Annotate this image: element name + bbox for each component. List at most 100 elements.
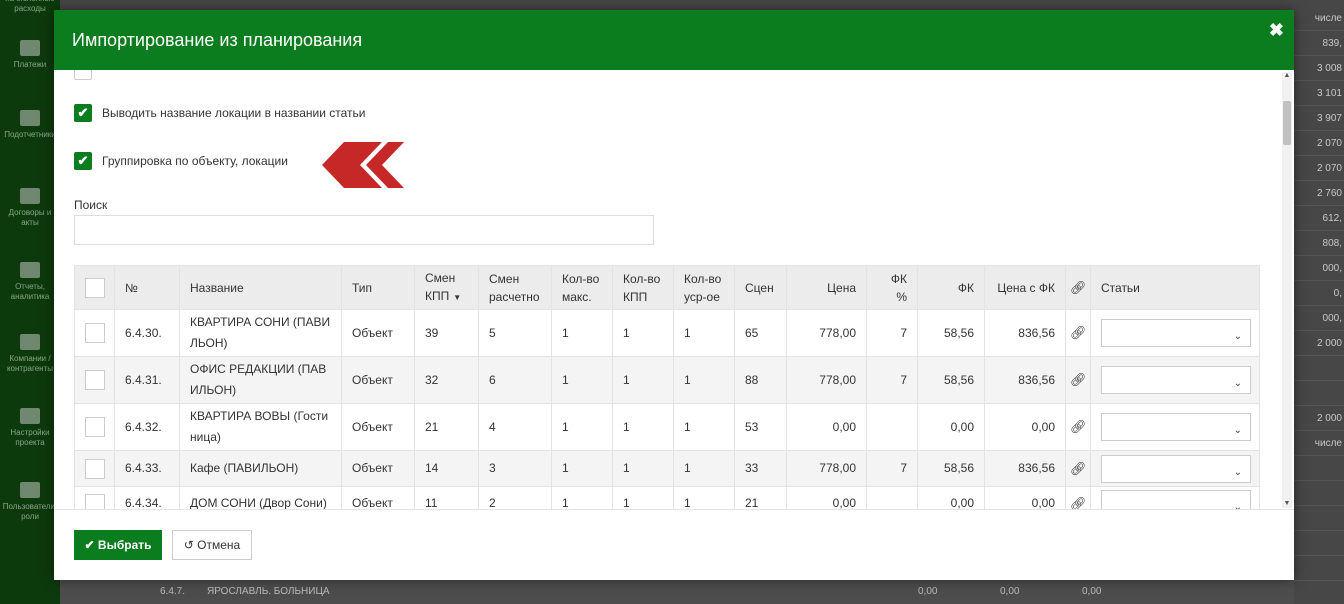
bg-right-cell: 2 070 [1294, 156, 1344, 181]
select-all-checkbox[interactable] [85, 277, 105, 298]
row-fk-percent: 7 [866, 450, 918, 487]
search-input[interactable] [74, 215, 654, 245]
scrollbar-thumb[interactable] [1283, 101, 1291, 145]
bg-right-cell: 3 008 [1294, 56, 1344, 81]
row-qty-max: 1 [551, 403, 613, 451]
row-fk: 58,56 [917, 309, 985, 357]
row-link-cell: 🔗︎ [1065, 309, 1091, 357]
bg-right-cell: 2 760 [1294, 181, 1344, 206]
chevron-down-icon: ⌄ [1233, 501, 1242, 510]
table-row[interactable]: 6.4.32. КВАРТИРА ВОВЫ (Гости ница) Объект 2… [74, 403, 1260, 451]
column-header-price-with-fk[interactable]: Цена с ФК [984, 265, 1066, 310]
bg-right-cell: числе [1294, 6, 1344, 31]
articles-select[interactable]: ⌄ [1101, 489, 1251, 510]
column-header-qty-max[interactable]: Кол-во макс. [551, 265, 613, 310]
close-icon[interactable]: ✖ [1269, 20, 1284, 41]
row-name[interactable]: КВАРТИРА ВОВЫ (Гости ница) [179, 403, 342, 451]
select-all-header [74, 265, 115, 310]
row-checkbox[interactable] [85, 458, 105, 479]
table-row[interactable]: 6.4.30. КВАРТИРА СОНИ (ПАВИ ЛЬОН) Объект 39… [74, 309, 1260, 357]
background-right-column: числе 839, 3 008 3 101 3 907 2 070 2 070 2 760 6… [1294, 0, 1344, 604]
row-shifts-kpp: 39 [414, 309, 479, 357]
row-type: Объект [341, 450, 415, 487]
column-header-price[interactable]: Цена [786, 265, 867, 310]
articles-select[interactable]: ⌄ [1101, 413, 1251, 441]
import-modal: Импортирование из планирования ✖ ✔ Вывод… [54, 10, 1294, 580]
row-qty-max: 1 [551, 356, 613, 404]
check-icon: ✔ [84, 538, 95, 552]
row-type: Объект [341, 356, 415, 404]
link-icon[interactable]: 🔗︎ [1070, 496, 1087, 510]
row-name[interactable]: КВАРТИРА СОНИ (ПАВИ ЛЬОН) [179, 309, 342, 357]
row-shifts-kpp: 11 [414, 486, 479, 509]
row-fk-percent [866, 486, 918, 509]
row-link-cell: 🔗︎ [1065, 450, 1091, 487]
row-qty-max: 1 [551, 450, 613, 487]
column-header-qty-kpp[interactable]: Кол-во КПП [612, 265, 674, 310]
row-articles-cell: ⌄ [1090, 403, 1260, 451]
table-row[interactable]: 6.4.34. ДОМ СОНИ (Двор Сони) Объект 11 2 1 1 1 2… [74, 486, 1260, 510]
row-price-with-fk: 0,00 [984, 403, 1066, 451]
table-row[interactable]: 6.4.33. Кафе (ПАВИЛЬОН) Объект 14 3 1 1 1 33 778,… [74, 450, 1260, 487]
column-header-fk[interactable]: ФК [917, 265, 985, 310]
users-icon [20, 482, 40, 498]
bg-right-cell: 808, [1294, 231, 1344, 256]
link-icon[interactable]: 🔗︎ [1070, 372, 1087, 387]
column-header-type[interactable]: Тип [341, 265, 415, 310]
row-type: Объект [341, 486, 415, 509]
column-header-articles[interactable]: Статьи [1090, 265, 1260, 310]
link-icon[interactable]: 🔗︎ [1070, 419, 1087, 434]
column-header-number[interactable]: № [114, 265, 180, 310]
row-shifts-kpp: 32 [414, 356, 479, 404]
column-header-name[interactable]: Название [179, 265, 342, 310]
row-shifts-calc: 5 [478, 309, 552, 357]
link-icon[interactable]: 🔗︎ [1070, 461, 1087, 476]
select-button[interactable]: ✔ Выбрать [74, 530, 162, 560]
row-name[interactable]: ДОМ СОНИ (Двор Сони) [179, 486, 342, 509]
column-header-shifts-kpp[interactable]: Смен КПП ▼ [414, 265, 479, 310]
bg-right-cell: 000, [1294, 256, 1344, 281]
row-checkbox[interactable] [85, 417, 105, 438]
row-qty-kpp: 1 [612, 450, 674, 487]
bg-right-cell: 612, [1294, 206, 1344, 231]
bg-right-cell: 000, [1294, 306, 1344, 331]
link-icon[interactable]: 🔗︎ [1070, 325, 1087, 340]
row-number: 6.4.31. [114, 356, 180, 404]
checkbox-group-by-object[interactable]: ✔ [74, 152, 92, 170]
row-select-cell [74, 403, 115, 451]
bg-right-cell: числе [1294, 431, 1344, 456]
row-checkbox[interactable] [85, 323, 105, 344]
row-qty-avg: 1 [673, 403, 735, 451]
articles-select[interactable]: ⌄ [1101, 366, 1251, 394]
row-fk: 0,00 [917, 403, 985, 451]
table-row[interactable]: 6.4.31. ОФИС РЕДАКЦИИ (ПАВ ИЛЬОН) Объект 32… [74, 356, 1260, 404]
row-price-with-fk: 836,56 [984, 450, 1066, 487]
articles-select[interactable]: ⌄ [1101, 454, 1251, 483]
column-header-shifts-calc[interactable]: Смен расчетно [478, 265, 552, 310]
row-qty-kpp: 1 [612, 309, 674, 357]
row-checkbox[interactable] [85, 370, 105, 391]
bg-right-cell [1294, 581, 1344, 604]
row-checkbox[interactable] [85, 493, 105, 509]
row-fk: 0,00 [917, 486, 985, 509]
row-select-cell [74, 309, 115, 357]
scroll-up-icon[interactable]: ▲ [1283, 72, 1291, 79]
column-header-fk-percent[interactable]: ФК % [866, 265, 918, 310]
bg-nav-item: Компании / контрагенты [0, 334, 60, 374]
row-name[interactable]: Кафе (ПАВИЛЬОН) [179, 450, 342, 487]
column-header-qty-avg[interactable]: Кол-во уср-ое [673, 265, 735, 310]
cancel-button[interactable]: ↺ Отмена [172, 530, 252, 560]
checkbox-location-in-title[interactable]: ✔ [74, 104, 92, 122]
scroll-down-icon[interactable]: ▼ [1283, 500, 1291, 507]
option-checkbox-hidden[interactable] [74, 70, 92, 80]
articles-select[interactable]: ⌄ [1101, 319, 1251, 347]
row-type: Объект [341, 403, 415, 451]
row-name[interactable]: ОФИС РЕДАКЦИИ (ПАВ ИЛЬОН) [179, 356, 342, 404]
bg-nav-item: Пользователи, роли [0, 482, 60, 522]
bg-right-cell: 3 101 [1294, 81, 1344, 106]
row-price: 778,00 [786, 309, 867, 357]
briefcase-icon [20, 110, 40, 126]
bg-right-cell [1294, 556, 1344, 581]
column-header-scenes[interactable]: Сцен [734, 265, 787, 310]
row-price: 0,00 [786, 403, 867, 451]
